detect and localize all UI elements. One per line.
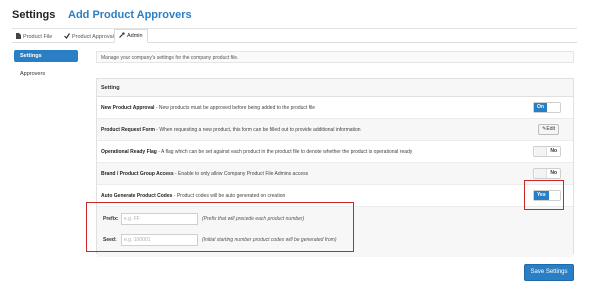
setting-desc: - A flag which can be set against each p… (156, 149, 413, 155)
page-header: Settings Add Product Approvers (12, 9, 577, 29)
setting-row-brand-product-group-access: Brand / Product Group Access - Enable to… (97, 163, 573, 185)
wrench-icon (119, 32, 125, 40)
setting-row-product-request-form: Product Request Form - When requesting a… (97, 119, 573, 141)
edit-button[interactable]: ✎Edit (538, 124, 559, 135)
setting-desc: - Product codes will be auto generated o… (172, 193, 286, 199)
prefix-input[interactable] (121, 213, 198, 225)
toggle-label: No (550, 148, 557, 154)
seed-row: Seed: (Initial starting number product c… (103, 234, 337, 246)
toggle-knob (546, 103, 560, 112)
settings-heading: Setting (97, 79, 573, 97)
new-product-approval-toggle[interactable]: On (533, 102, 561, 113)
sidebar: Settings Approvers (14, 50, 78, 86)
toggle-label: Yes (534, 191, 549, 200)
setting-name: New Product Approval (101, 105, 155, 111)
prefix-label: Prefix: (103, 216, 119, 222)
setting-name: Brand / Product Group Access (101, 171, 174, 177)
setting-name: Product Request Form (101, 127, 155, 133)
toggle-label: No (550, 170, 557, 176)
setting-desc: - New products must be approved before b… (154, 105, 316, 111)
tab-product-approval[interactable]: Product Approval (64, 30, 114, 43)
intro-text: Manage your company's settings for the c… (96, 51, 574, 63)
brand-access-toggle[interactable]: No (533, 168, 561, 179)
check-icon (64, 32, 70, 41)
file-icon (16, 32, 21, 41)
seed-label: Seed: (103, 237, 117, 243)
tab-bar: Product File Product Approval Admin (12, 29, 577, 43)
save-settings-button[interactable]: Save Settings (524, 264, 574, 281)
settings-panel: Setting New Product Approval - New produ… (96, 78, 574, 257)
auto-code-options: Prefix: (Prefix that will precede each p… (97, 207, 573, 257)
setting-desc: - When requesting a new product, this fo… (154, 127, 361, 133)
toggle-label: On (534, 103, 547, 112)
setting-name: Auto Generate Product Codes (101, 193, 173, 199)
sidebar-item-approvers[interactable]: Approvers (14, 68, 78, 80)
tab-product-file[interactable]: Product File (16, 30, 52, 43)
seed-input[interactable] (121, 234, 198, 246)
setting-desc: - Enable to only allow Company Product F… (173, 171, 309, 177)
sidebar-item-settings[interactable]: Settings (14, 50, 78, 62)
setting-name: Operational Ready Flag (101, 149, 157, 155)
prefix-row: Prefix: (Prefix that will precede each p… (103, 213, 304, 225)
seed-hint: (Initial starting number product codes w… (202, 237, 337, 243)
toggle-knob (548, 191, 560, 200)
toggle-knob (535, 147, 548, 156)
tab-label: Product Approval (72, 33, 114, 40)
edit-label: Edit (546, 126, 555, 132)
tab-label: Product File (23, 33, 53, 40)
page-title: Settings (12, 9, 56, 21)
page-subtitle: Add Product Approvers (68, 9, 192, 21)
setting-row-auto-generate-codes: Auto Generate Product Codes - Product co… (97, 185, 573, 207)
prefix-hint: (Prefix that will precede each product n… (202, 216, 305, 222)
auto-generate-toggle[interactable]: Yes (533, 190, 561, 201)
setting-row-new-product-approval: New Product Approval - New products must… (97, 97, 573, 119)
tab-admin[interactable]: Admin (114, 29, 148, 43)
setting-row-operational-ready-flag: Operational Ready Flag - A flag which ca… (97, 141, 573, 163)
toggle-knob (535, 169, 548, 178)
operational-ready-toggle[interactable]: No (533, 146, 561, 157)
tab-label: Admin (127, 33, 143, 39)
